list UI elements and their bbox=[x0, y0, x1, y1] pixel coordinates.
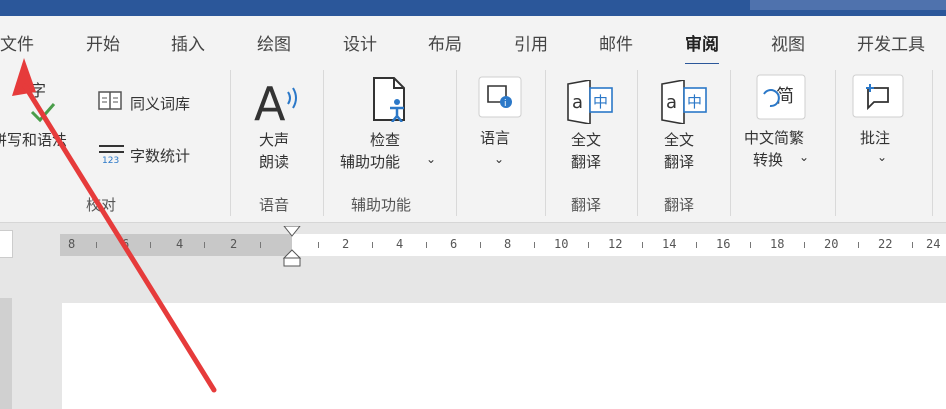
arrow-shaft bbox=[22, 83, 217, 393]
red-arrow-annotation bbox=[12, 58, 217, 393]
arrow-head bbox=[12, 58, 36, 96]
